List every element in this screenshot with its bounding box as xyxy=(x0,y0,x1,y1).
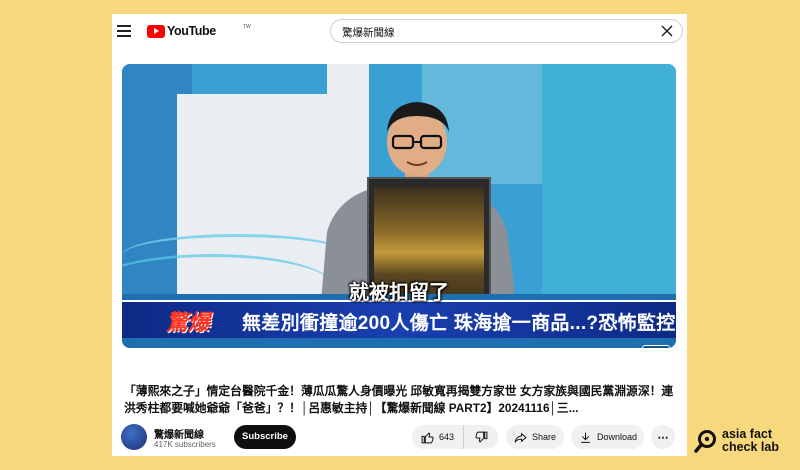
logo-text: YouTube xyxy=(167,24,216,38)
channel-avatar[interactable] xyxy=(121,424,147,450)
magnifier-logo-icon xyxy=(694,430,716,453)
more-icon: ⋯ xyxy=(657,431,669,444)
logo-region: TW xyxy=(243,24,251,30)
like-button[interactable]: 643 xyxy=(412,425,464,449)
youtube-window: YouTube TW 驚爆新聞線 驚爆 無差別衝撞逾200人傷亡 珠海搶一商品.… xyxy=(112,14,687,456)
more-actions-button[interactable]: ⋯ xyxy=(651,425,675,449)
share-icon xyxy=(514,432,527,443)
header: YouTube TW 驚爆新聞線 xyxy=(112,14,687,48)
download-icon xyxy=(581,432,590,443)
youtube-logo[interactable]: YouTube TW xyxy=(147,23,251,39)
share-button[interactable]: Share xyxy=(506,425,564,449)
ticker-logo: 驚爆 xyxy=(166,310,211,335)
youtube-play-icon xyxy=(147,24,165,38)
thumbs-up-icon xyxy=(421,432,434,443)
close-icon[interactable] xyxy=(660,24,674,38)
ticker-text: 無差別衝撞逾200人傷亡 珠海搶一商品...?恐怖監控 比V關三天 xyxy=(242,313,676,334)
share-label: Share xyxy=(532,432,557,442)
asia-fact-check-lab-watermark: asia fact check lab xyxy=(694,426,794,458)
like-count: 643 xyxy=(439,432,455,442)
search-value: 驚爆新聞線 xyxy=(342,27,395,39)
subscribe-button[interactable]: Subscribe xyxy=(234,425,296,449)
subscriber-count: 417K subscribers xyxy=(154,440,216,449)
thumbs-down-icon xyxy=(474,431,487,442)
dislike-button[interactable] xyxy=(464,425,498,449)
video-title: 「薄熙來之子」情定台醫院千金！薄瓜瓜驚人身價曝光 邱敏寬再揭雙方家世 女方家族與… xyxy=(124,384,674,415)
channel-name[interactable]: 驚爆新聞線 xyxy=(154,426,204,441)
watermark-line2: check lab xyxy=(722,440,779,454)
video-player[interactable]: 驚爆 無差別衝撞逾200人傷亡 珠海搶一商品...?恐怖監控 比V關三天 就被扣… xyxy=(122,64,676,348)
hamburger-menu-icon[interactable] xyxy=(117,25,131,37)
download-button[interactable]: Download xyxy=(571,425,644,449)
like-dislike-group: 643 xyxy=(412,425,498,449)
watermark-text: asia fact check lab xyxy=(722,428,794,454)
video-subtitle: 就被扣留了 xyxy=(349,282,449,304)
channel-badge: 訂閱 xyxy=(642,345,670,348)
search-input[interactable]: 驚爆新聞線 xyxy=(330,19,683,43)
download-label: Download xyxy=(597,432,638,442)
news-ticker: 驚爆 無差別衝撞逾200人傷亡 珠海搶一商品...?恐怖監控 比V關三天 xyxy=(122,300,676,338)
